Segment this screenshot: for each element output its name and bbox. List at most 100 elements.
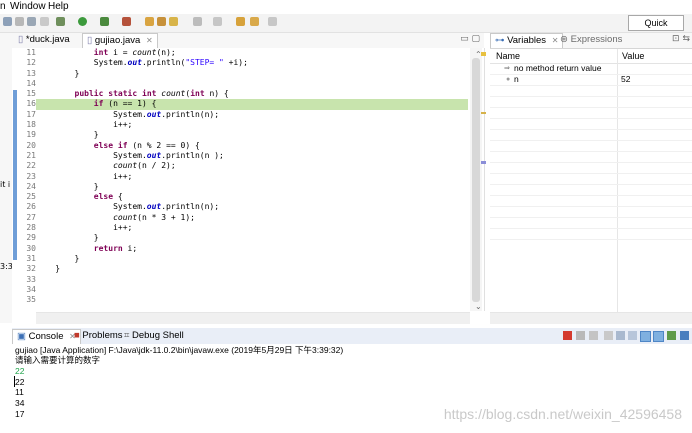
line-number: 18 — [26, 120, 36, 130]
line-number: 20 — [26, 140, 36, 150]
code-line[interactable]: public static int count(int n) { — [36, 89, 468, 99]
code-line[interactable]: return i; — [36, 244, 468, 254]
last-edit-icon[interactable] — [236, 17, 245, 26]
code-line[interactable]: count(n / 2); — [36, 161, 468, 171]
code-line[interactable] — [36, 285, 468, 295]
toolbar-icon[interactable] — [15, 17, 24, 26]
code-line[interactable]: else { — [36, 192, 468, 202]
code-line[interactable]: i++; — [36, 120, 468, 130]
left-pane-edge: it i 3:39 — [0, 33, 18, 323]
close-icon[interactable]: ✕ — [146, 36, 153, 45]
variable-name: no method return value — [514, 63, 602, 73]
line-number-ruler: 11 12 13 14 15 16 17 18 19 20 21 22 23 24 25 26 27 28 29 30… — [18, 48, 36, 305]
annotation-icon[interactable] — [193, 17, 202, 26]
tab-label: gujiao.java — [94, 35, 141, 46]
coverage-icon[interactable] — [100, 17, 109, 26]
line-number: 14 — [26, 78, 36, 88]
pin-console-icon[interactable] — [667, 331, 676, 340]
show-on-stdout-icon[interactable] — [640, 331, 651, 342]
variables-table-header: Name Value — [490, 49, 692, 64]
tab-variables[interactable]: ⊶ Variables ✕ — [490, 33, 564, 48]
toolbar-icon[interactable] — [27, 17, 36, 26]
column-name-header[interactable]: Name — [496, 51, 520, 61]
debug-icon[interactable] — [56, 17, 65, 26]
launch-description: gujiao [Java Application] F:\Java\jdk-11… — [15, 345, 344, 355]
external-tools-icon[interactable] — [122, 17, 131, 26]
run-icon[interactable] — [78, 17, 87, 26]
code-line[interactable]: } — [36, 233, 468, 243]
variable-value: 52 — [621, 74, 631, 84]
return-value-icon: ⇒ — [504, 65, 510, 72]
code-line[interactable]: i++; — [36, 223, 468, 233]
view-menu-icon[interactable]: ⊡ ⇆ — [672, 34, 690, 44]
back-icon[interactable] — [250, 17, 259, 26]
code-line[interactable]: } — [36, 69, 468, 79]
code-line[interactable]: System.out.println("STEP= " +i); — [36, 58, 468, 68]
tab-problems[interactable]: ■ Problems — [70, 329, 127, 343]
scroll-lock-icon[interactable] — [616, 331, 625, 340]
open-type-icon[interactable] — [157, 17, 166, 26]
code-line[interactable]: System.out.println(n ); — [36, 151, 468, 161]
line-number: 16 — [26, 99, 36, 109]
toolbar-icon[interactable] — [40, 17, 49, 26]
word-wrap-icon[interactable] — [628, 331, 637, 340]
new-package-icon[interactable] — [145, 17, 154, 26]
forward-icon[interactable] — [268, 17, 277, 26]
code-line[interactable] — [36, 79, 468, 89]
code-line[interactable]: } — [36, 254, 468, 264]
code-line[interactable]: int i = count(n); — [36, 48, 468, 58]
code-line[interactable]: } — [36, 130, 468, 140]
quick-access-field[interactable]: Quick Access — [628, 15, 684, 42]
variable-name: n — [514, 74, 519, 84]
variables-icon: ⊶ — [495, 35, 505, 46]
console-icon: ▣ — [17, 331, 26, 342]
code-line[interactable]: System.out.println(n); — [36, 202, 468, 212]
overview-marker[interactable] — [481, 52, 486, 56]
column-value-header[interactable]: Value — [622, 51, 644, 61]
tab-duck-java[interactable]: ▯ *duck.java — [14, 33, 74, 47]
tab-expressions[interactable]: ⊛ Expressions — [556, 33, 626, 47]
code-area[interactable]: int i = count(n); System.out.println("ST… — [36, 48, 468, 305]
menu-item-run[interactable]: n — [0, 1, 6, 12]
search-icon[interactable] — [169, 17, 178, 26]
clear-console-icon[interactable] — [604, 331, 613, 340]
line-number: 26 — [26, 202, 36, 212]
remove-launch-icon[interactable] — [576, 331, 585, 340]
tab-label: *duck.java — [25, 34, 70, 45]
tab-label: Debug Shell — [132, 330, 184, 341]
code-line[interactable]: i++; — [36, 172, 468, 182]
minimize-maximize-icon[interactable]: ▭ ▢ — [460, 34, 480, 44]
line-number: 19 — [26, 130, 36, 140]
watermark: https://blog.csdn.net/weixin_42596458 — [443, 406, 682, 422]
variables-horizontal-scrollbar[interactable] — [490, 312, 692, 324]
terminate-icon[interactable] — [563, 331, 572, 340]
menu-item-help[interactable]: Help — [48, 1, 69, 12]
code-line[interactable]: } — [36, 182, 468, 192]
console-output-line: 22 — [15, 377, 25, 387]
overview-marker[interactable] — [481, 161, 486, 164]
code-line[interactable] — [36, 295, 468, 305]
remove-all-icon[interactable] — [589, 331, 598, 340]
overview-marker[interactable] — [481, 112, 486, 114]
line-number: 29 — [26, 233, 36, 243]
show-on-stderr-icon[interactable] — [653, 331, 664, 342]
code-line[interactable]: System.out.println(n); — [36, 110, 468, 120]
variables-tab-bar: ⊶ Variables ✕ ⊛ Expressions ⊡ ⇆ — [490, 33, 692, 49]
toolbar-icon[interactable] — [3, 17, 12, 26]
tab-gujiao-java[interactable]: ▯ gujiao.java ✕ — [82, 33, 158, 48]
current-code-line[interactable]: if (n == 1) { — [36, 99, 468, 110]
tab-debug-shell[interactable]: ⌗ Debug Shell — [120, 329, 188, 343]
editor-scroll-thumb[interactable] — [472, 58, 480, 302]
console-tab-bar: ▣ Console ✕ ■ Problems ⌗ Debug Shell — [12, 328, 692, 345]
code-line[interactable]: } — [36, 264, 468, 274]
scroll-down-icon[interactable]: ⌄ — [475, 302, 482, 311]
line-number: 35 — [26, 295, 36, 305]
code-line[interactable]: else if (n % 2 == 0) { — [36, 141, 468, 151]
editor-horizontal-scrollbar[interactable] — [36, 312, 470, 324]
display-console-icon[interactable] — [680, 331, 689, 340]
menu-item-window[interactable]: Window — [10, 1, 46, 12]
code-line[interactable] — [36, 275, 468, 285]
code-line[interactable]: count(n * 3 + 1); — [36, 213, 468, 223]
variables-table: ⇒ no method return value ● n 52 — [490, 63, 692, 311]
next-annotation-icon[interactable] — [213, 17, 222, 26]
